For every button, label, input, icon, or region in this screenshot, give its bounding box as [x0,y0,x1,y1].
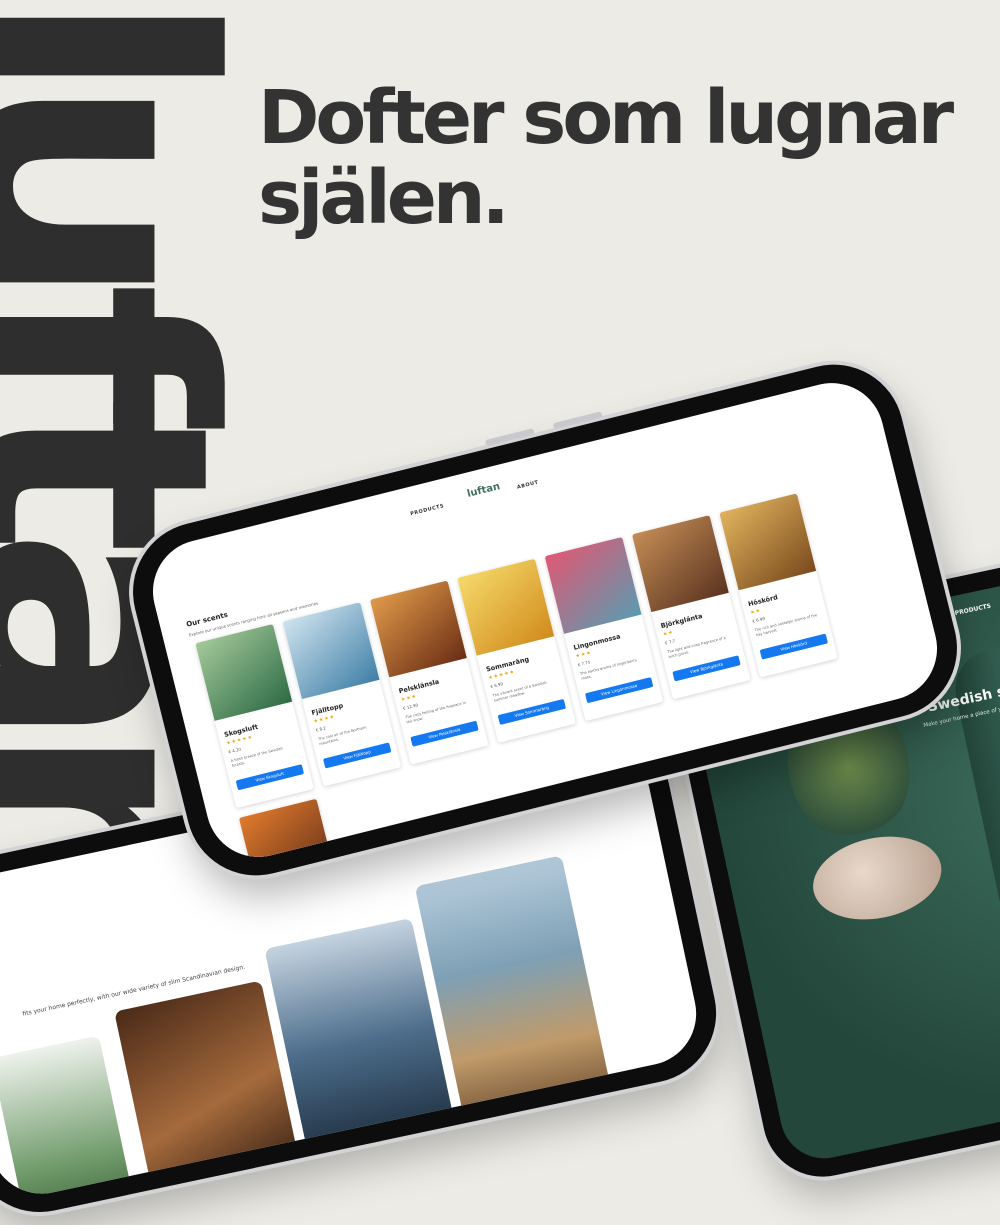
product-image[interactable] [545,537,642,634]
hero-image-pebbles [805,825,949,930]
product-image[interactable] [195,624,292,721]
product-image[interactable] [370,580,467,677]
product-image[interactable] [632,515,729,612]
headline-line-2: själen. [258,158,978,238]
product-image[interactable] [719,493,816,590]
headline-line-1: Dofter som lugnar [258,78,978,158]
headline: Dofter som lugnar själen. [258,78,978,238]
product-photo-plant[interactable] [0,1035,140,1203]
nav-products[interactable]: PRODUCTS [954,603,991,617]
product-image[interactable] [457,559,554,656]
nav-products[interactable]: PRODUCTS [410,503,445,517]
nav-about[interactable]: ABOUT [516,480,539,491]
logo[interactable]: luftan [466,481,501,500]
product-image[interactable] [283,602,380,699]
